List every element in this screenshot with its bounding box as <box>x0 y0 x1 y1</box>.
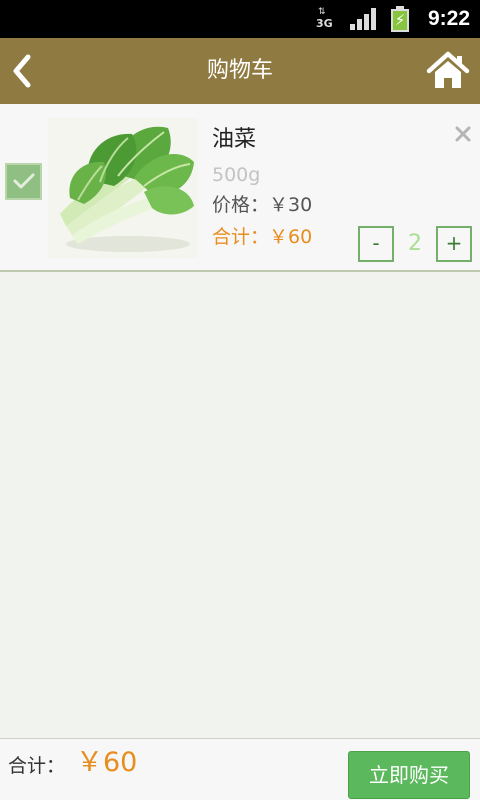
cart-item: 油菜 500g 价格：￥30 合计：￥60 - 2 + <box>0 104 480 272</box>
product-name: 油菜 <box>212 127 257 152</box>
status-bar: ⇅ 3G ⚡ 9:22 <box>0 0 480 38</box>
quantity-increase-button[interactable]: + <box>436 226 472 262</box>
home-button[interactable] <box>426 50 470 92</box>
check-icon <box>13 173 35 189</box>
quantity-decrease-button[interactable]: - <box>358 226 394 262</box>
total-value: ￥60 <box>76 747 138 778</box>
total-label: 合计： <box>8 755 66 777</box>
product-subtotal: 合计：￥60 <box>212 226 313 248</box>
network-3g-icon: ⇅ 3G <box>316 7 333 30</box>
product-weight: 500g <box>212 164 261 186</box>
product-price: 价格：￥30 <box>212 194 313 216</box>
signal-icon <box>350 8 376 30</box>
checkout-bar: 合计： ￥60 立即购买 <box>0 738 480 800</box>
page-title: 购物车 <box>206 58 273 83</box>
status-time: 9:22 <box>428 7 471 30</box>
title-bar: 购物车 <box>0 38 480 104</box>
chevron-left-icon <box>13 54 31 88</box>
home-icon <box>426 51 470 88</box>
quantity-value: 2 <box>408 231 422 256</box>
battery-charging-icon: ⚡ <box>391 6 409 32</box>
buy-now-button[interactable]: 立即购买 <box>348 751 470 799</box>
item-checkbox[interactable] <box>5 163 42 200</box>
product-image[interactable] <box>48 118 198 258</box>
network-label: 3G <box>316 17 333 30</box>
back-button[interactable] <box>8 51 38 91</box>
bok-choy-image <box>60 126 194 252</box>
delete-item-button[interactable] <box>455 126 471 142</box>
close-icon <box>455 126 471 142</box>
